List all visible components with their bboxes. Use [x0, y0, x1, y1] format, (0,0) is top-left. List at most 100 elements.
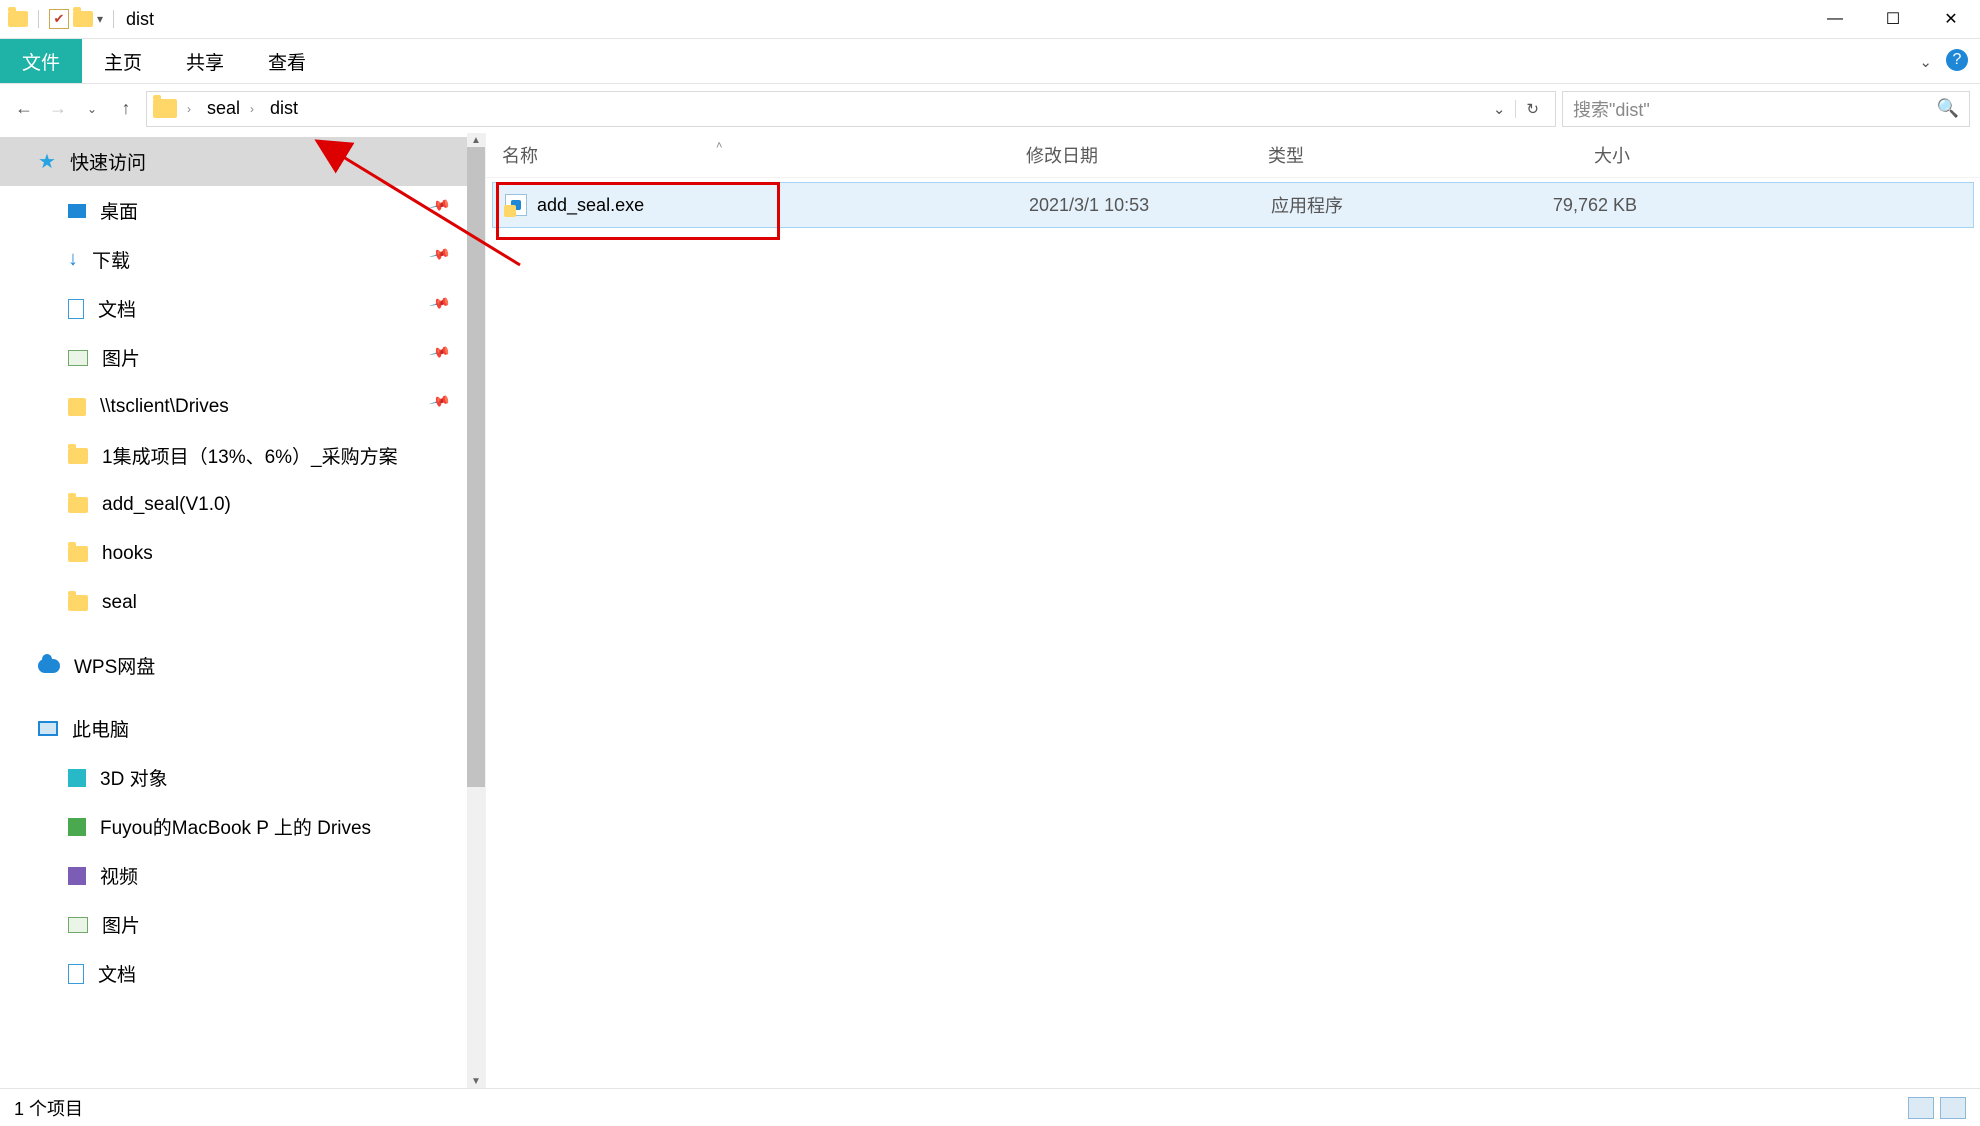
maximize-button[interactable]: ☐ — [1864, 0, 1922, 39]
chevron-right-icon[interactable]: › — [250, 102, 254, 116]
column-header-size[interactable]: 大小 — [1494, 142, 1644, 168]
drive-icon — [68, 398, 86, 416]
search-placeholder: 搜索"dist" — [1573, 96, 1650, 122]
scrollbar-up-arrow[interactable]: ▲ — [467, 133, 485, 147]
pin-icon: 📌 — [428, 243, 467, 276]
breadcrumb-dist[interactable]: dist — [264, 98, 304, 119]
pin-icon: 📌 — [428, 341, 467, 374]
column-label: 名称 — [502, 146, 538, 166]
sidebar-item-3d[interactable]: 3D 对象 — [0, 753, 467, 802]
picture-icon — [68, 350, 88, 366]
status-text: 1 个项目 — [14, 1095, 83, 1121]
document-icon — [68, 964, 84, 984]
search-icon: 🔍 — [1937, 98, 1959, 119]
column-header-date[interactable]: 修改日期 — [1010, 142, 1252, 168]
refresh-button[interactable]: ↻ — [1515, 100, 1549, 118]
cloud-icon — [38, 659, 60, 673]
address-dropdown-icon[interactable]: ⌄ — [1487, 100, 1512, 118]
sidebar-item-label: seal — [102, 592, 137, 614]
sidebar-item-folder[interactable]: seal — [0, 578, 467, 627]
minimize-button[interactable]: — — [1806, 0, 1864, 39]
close-button[interactable]: ✕ — [1922, 0, 1980, 39]
sidebar-item-label: 图片 — [102, 911, 140, 938]
sidebar-item-folder[interactable]: 1集成项目（13%、6%）_采购方案 — [0, 431, 467, 480]
view-details-button[interactable] — [1908, 1097, 1934, 1119]
nav-history-dropdown[interactable]: ⌄ — [78, 95, 106, 123]
sidebar-item-documents[interactable]: 文档 — [0, 949, 467, 998]
view-mode-buttons — [1908, 1097, 1966, 1119]
folder-icon — [153, 99, 177, 118]
sidebar-item-quick-access[interactable]: ★ 快速访问 — [0, 137, 467, 186]
sidebar-item-tsclient[interactable]: \\tsclient\Drives📌 — [0, 382, 467, 431]
open-folder-icon[interactable] — [73, 11, 93, 27]
sidebar-item-label: 此电脑 — [72, 715, 129, 742]
window-controls: — ☐ ✕ — [1806, 0, 1980, 39]
chevron-right-icon[interactable]: › — [187, 102, 191, 116]
tab-view[interactable]: 查看 — [246, 39, 328, 83]
pc-icon — [38, 721, 58, 736]
sidebar-item-pictures[interactable]: 图片 — [0, 900, 467, 949]
folder-icon — [68, 595, 88, 611]
file-list-pane: 名称˄ 修改日期 类型 大小 add_seal.exe 2021/3/1 10:… — [486, 133, 1980, 1088]
download-icon: ↓ — [68, 248, 78, 271]
sidebar-item-label: 下载 — [92, 246, 130, 273]
sidebar-item-label: 视频 — [100, 862, 138, 889]
search-input[interactable]: 搜索"dist" 🔍 — [1562, 91, 1970, 127]
scrollbar-thumb[interactable] — [467, 147, 485, 787]
sidebar-item-network-drive[interactable]: Fuyou的MacBook P 上的 Drives — [0, 802, 467, 851]
quick-access-toolbar: ✔ ▾ — [8, 9, 120, 29]
sidebar-item-label: hooks — [102, 543, 153, 565]
qat-dropdown-icon[interactable]: ▾ — [97, 12, 103, 26]
sidebar-item-label: 文档 — [98, 295, 136, 322]
sidebar-item-label: \\tsclient\Drives — [100, 396, 229, 418]
sidebar-item-folder[interactable]: hooks — [0, 529, 467, 578]
sidebar-item-label: WPS网盘 — [74, 652, 155, 679]
sidebar-item-label: 图片 — [102, 344, 140, 371]
sidebar-item-wps[interactable]: WPS网盘 — [0, 641, 467, 690]
column-header-name[interactable]: 名称 ˄ — [486, 142, 1010, 168]
tab-home[interactable]: 主页 — [82, 39, 164, 83]
column-header-type[interactable]: 类型 — [1252, 142, 1494, 168]
picture-icon — [68, 917, 88, 933]
sidebar-item-desktop[interactable]: 桌面📌 — [0, 186, 467, 235]
tab-file[interactable]: 文件 — [0, 39, 82, 83]
sidebar-item-label: 快速访问 — [70, 148, 146, 175]
address-bar[interactable]: › seal› dist ⌄ ↻ — [146, 91, 1556, 127]
breadcrumb-seal[interactable]: seal› — [201, 98, 260, 119]
view-large-icons-button[interactable] — [1940, 1097, 1966, 1119]
sidebar-item-label: 1集成项目（13%、6%）_采购方案 — [102, 442, 398, 469]
annotation-highlight-box — [496, 182, 780, 240]
file-size-cell: 79,762 KB — [1501, 195, 1651, 216]
tab-share[interactable]: 共享 — [164, 39, 246, 83]
folder-icon — [8, 11, 28, 27]
nav-forward-button[interactable]: → — [44, 95, 72, 123]
sidebar-item-folder[interactable]: add_seal(V1.0) — [0, 480, 467, 529]
pin-icon: 📌 — [428, 292, 467, 325]
sidebar-item-this-pc[interactable]: 此电脑 — [0, 704, 467, 753]
network-icon — [68, 818, 86, 836]
ribbon-collapse-icon[interactable]: ⌄ — [1919, 53, 1932, 71]
properties-icon[interactable]: ✔ — [49, 9, 69, 29]
navigation-bar: ← → ⌄ ↑ › seal› dist ⌄ ↻ 搜索"dist" 🔍 — [0, 84, 1980, 133]
star-icon: ★ — [38, 149, 56, 174]
nav-back-button[interactable]: ← — [10, 95, 38, 123]
sidebar-item-documents[interactable]: 文档 📌 — [0, 284, 467, 333]
sidebar-item-downloads[interactable]: ↓ 下载 📌 — [0, 235, 467, 284]
separator — [38, 10, 39, 28]
sidebar-item-pictures[interactable]: 图片 📌 — [0, 333, 467, 382]
folder-icon — [68, 546, 88, 562]
video-icon — [68, 867, 86, 885]
scrollbar-down-arrow[interactable]: ▼ — [467, 1074, 485, 1088]
sidebar-item-label: add_seal(V1.0) — [102, 494, 231, 516]
sidebar-item-label: Fuyou的MacBook P 上的 Drives — [100, 813, 371, 840]
sidebar-item-label: 文档 — [98, 960, 136, 987]
pin-icon: 📌 — [428, 194, 467, 227]
help-icon[interactable]: ? — [1946, 49, 1968, 71]
sidebar-item-label: 3D 对象 — [100, 764, 168, 791]
sidebar-item-videos[interactable]: 视频 — [0, 851, 467, 900]
nav-up-button[interactable]: ↑ — [112, 95, 140, 123]
status-bar: 1 个项目 — [0, 1088, 1980, 1126]
column-headers: 名称 ˄ 修改日期 类型 大小 — [486, 133, 1980, 178]
file-type-cell: 应用程序 — [1259, 192, 1501, 218]
sort-asc-icon: ˄ — [716, 140, 722, 152]
